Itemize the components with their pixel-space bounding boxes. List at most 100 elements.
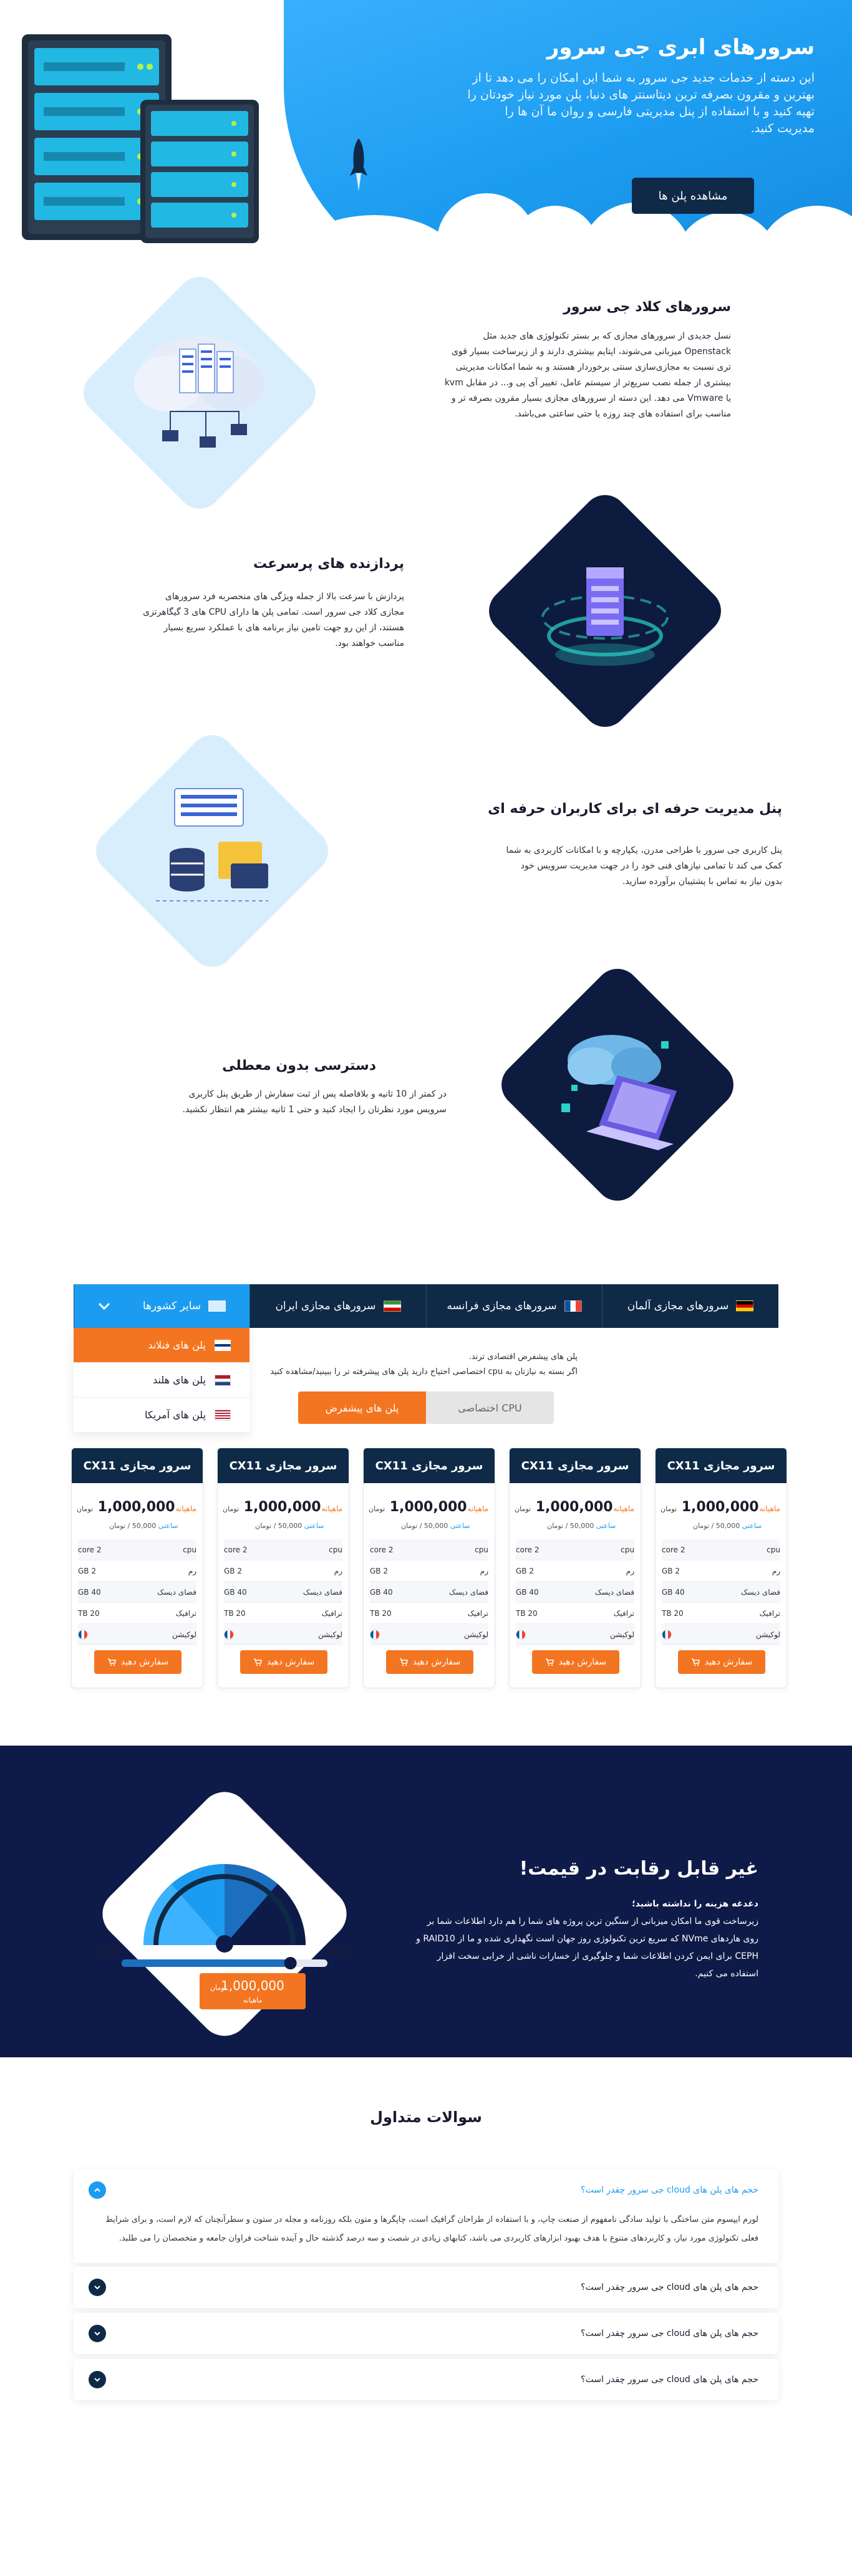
faq-item[interactable]: حجم های پلن های cloud جی سرور چقدر است؟ (74, 2359, 778, 2400)
feature-processor-illustration (480, 486, 730, 736)
hourly-label: ساعتی (742, 1522, 762, 1530)
tab-germany[interactable]: سرورهای مجازی آلمان (602, 1284, 778, 1328)
price-description: زیرساخت قوی ما امکان میزبانی از سنگین تر… (416, 1916, 758, 1979)
order-button[interactable]: سفارش دهید (386, 1650, 473, 1674)
price-value: 1,000,000 (389, 1499, 467, 1515)
spec-label: ترافیک (613, 1608, 634, 1618)
spec-row: لوکیشن (224, 1624, 342, 1645)
spec-row: فضای دیسک 40 GB (516, 1582, 634, 1603)
view-plans-button[interactable]: مشاهده پلن ها (632, 178, 754, 214)
spec-label: فضای دیسک (448, 1587, 488, 1597)
plans-description: پلن های پیشفرض اقتصادی ترند. اگر بسته به… (253, 1350, 578, 1380)
spec-value: 2 GB (370, 1566, 388, 1575)
spec-row: لوکیشن (78, 1624, 196, 1645)
order-button[interactable]: سفارش دهید (678, 1650, 765, 1674)
spec-row: ترافیک 20 TB (370, 1603, 488, 1624)
spec-label: فضای دیسک (303, 1587, 342, 1597)
spec-row: فضای دیسک 40 GB (662, 1582, 780, 1603)
iran-flag-icon (383, 1300, 401, 1312)
hourly-price: ساعتی 50,000 / تومان (109, 1522, 178, 1530)
faq-item[interactable]: حجم های پلن های cloud جی سرور چقدر است؟ … (74, 2170, 778, 2263)
dedicated-cpu-button[interactable]: CPU اختصاصی (426, 1391, 554, 1424)
chevron-up-icon[interactable] (89, 2181, 106, 2199)
faq-question: حجم های پلن های cloud جی سرور چقدر است؟ (581, 2282, 758, 2292)
spec-row: cpu 2 core (78, 1539, 196, 1560)
spec-label: cpu (621, 1545, 634, 1554)
faq-question-row[interactable]: حجم های پلن های cloud جی سرور چقدر است؟ (74, 2313, 778, 2354)
feature-text: پنل کاربری جی سرور با طراحی مدرن، یکپارچ… (506, 845, 782, 887)
countries-dropdown: پلن های فنلاند پلن های هلند پلن های آمری… (74, 1328, 249, 1433)
spec-label: ترافیک (175, 1608, 196, 1618)
order-label: سفارش دهید (704, 1657, 753, 1667)
spec-value: 2 core (516, 1545, 540, 1554)
feature-title: پنل مدیریت حرفه ای برای کاربران حرفه ای (488, 801, 782, 817)
spec-label: لوکیشن (463, 1630, 488, 1639)
spec-row: رم 2 GB (78, 1560, 196, 1582)
spec-label: cpu (475, 1545, 488, 1554)
order-button[interactable]: سفارش دهید (94, 1650, 182, 1674)
spec-row: ترافیک 20 TB (516, 1603, 634, 1624)
hourly-value: 50,000 (278, 1522, 303, 1530)
faq-answer: لورم ایپسوم متن ساختگی با تولید سادگی نا… (105, 2215, 758, 2243)
spec-label: رم (480, 1566, 488, 1575)
cart-icon (107, 1658, 116, 1666)
dropdown-item-label: پلن های آمریکا (145, 1409, 206, 1421)
card-title: سرور مجازی CX11 (72, 1448, 203, 1483)
price-amount: 1,000,000 تومان (77, 1499, 175, 1515)
spec-value: 40 GB (224, 1587, 247, 1597)
order-label: سفارش دهید (266, 1657, 315, 1667)
tab-france[interactable]: سرورهای مجازی فرانسه (426, 1284, 602, 1328)
chevron-down-icon[interactable] (89, 2325, 106, 2342)
dropdown-item-finland[interactable]: پلن های فنلاند (74, 1328, 249, 1363)
tab-iran[interactable]: سرورهای مجازی ایران (249, 1284, 426, 1328)
chevron-down-icon[interactable] (89, 2371, 106, 2388)
hourly-label: ساعتی (596, 1522, 616, 1530)
price-value: 1,000,000 (243, 1499, 321, 1515)
faq-question-row[interactable]: حجم های پلن های cloud جی سرور چقدر است؟ (74, 2170, 778, 2211)
default-plans-button[interactable]: پلن های پیشفرض (298, 1391, 426, 1424)
feature-cloud-illustration (74, 267, 325, 518)
order-label: سفارش دهید (120, 1657, 169, 1667)
card-title: سرور مجازی CX11 (364, 1448, 495, 1483)
cart-icon (253, 1658, 262, 1666)
hourly-value: 50,000 (715, 1522, 740, 1530)
spec-value: 2 core (662, 1545, 685, 1554)
spec-label: فضای دیسک (157, 1587, 196, 1597)
spec-list: cpu 2 core رم 2 GB فضای دیسک 40 GB ترافیک 20 TB… (364, 1539, 495, 1645)
dropdown-item-netherlands[interactable]: پلن های هلند (74, 1363, 249, 1398)
usa-flag-icon (215, 1409, 231, 1421)
hourly-label: ساعتی (450, 1522, 470, 1530)
plan-card: سرور مجازی CX11 ماهیانه /1,000,000 تومان س… (217, 1448, 349, 1688)
gauge-max-label: 10 TB (327, 1948, 351, 1956)
card-price: ماهیانه /1,000,000 تومان ساعتی 50,000 / ت… (218, 1483, 349, 1539)
spec-value: 20 TB (370, 1608, 392, 1618)
order-button[interactable]: سفارش دهید (532, 1650, 619, 1674)
spec-value: 40 GB (78, 1587, 101, 1597)
spec-list: cpu 2 core رم 2 GB فضای دیسک 40 GB ترافیک 20 TB… (656, 1539, 787, 1645)
faq-question-row[interactable]: حجم های پلن های cloud جی سرور چقدر است؟ (74, 2267, 778, 2308)
hourly-value: 50,000 (424, 1522, 448, 1530)
chevron-down-icon (98, 1302, 110, 1310)
spec-row: ترافیک 20 TB (224, 1603, 342, 1624)
order-label: سفارش دهید (412, 1657, 461, 1667)
tab-other-countries[interactable]: سایر کشورها (74, 1284, 249, 1328)
gauge-fill (122, 1959, 291, 1967)
france-flag-icon (516, 1629, 526, 1640)
feature-title: پردازنده های پرسرعت (253, 556, 404, 572)
gauge-slider-handle[interactable] (284, 1957, 297, 1969)
dropdown-item-usa[interactable]: پلن های آمریکا (74, 1398, 249, 1433)
hourly-price: ساعتی 50,000 / تومان (547, 1522, 616, 1530)
spec-value: 2 GB (224, 1566, 242, 1575)
order-button[interactable]: سفارش دهید (240, 1650, 327, 1674)
chevron-down-icon[interactable] (89, 2279, 106, 2296)
netherlands-flag-icon (215, 1374, 231, 1386)
hero-description: این دسته از خدمات جدید جی سرور به شما ای… (467, 71, 815, 135)
faq-item[interactable]: حجم های پلن های cloud جی سرور چقدر است؟ (74, 2313, 778, 2354)
price-currency: تومان (515, 1505, 531, 1513)
faq-item[interactable]: حجم های پلن های cloud جی سرور چقدر است؟ (74, 2267, 778, 2308)
price-title: غیر قابل رقابت در قیمت! (519, 1858, 758, 1880)
faq-question-row[interactable]: حجم های پلن های cloud جی سرور چقدر است؟ (74, 2359, 778, 2400)
spec-row: ترافیک 20 TB (78, 1603, 196, 1624)
spec-label: cpu (767, 1545, 780, 1554)
hero-content: سرورهای ابری جی سرور این دسته از خدمات ج… (465, 32, 815, 137)
